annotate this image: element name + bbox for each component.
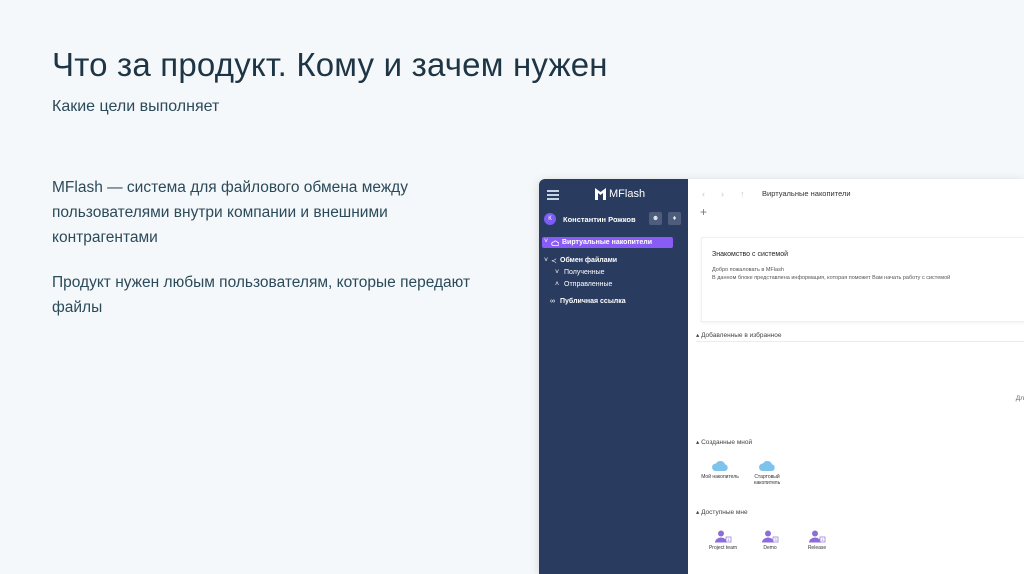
section-label: Доступные мне	[701, 509, 748, 516]
chevron-down-icon: ˅	[544, 238, 549, 245]
sidebar-item-label: Виртуальные накопители	[562, 239, 653, 246]
drive-label: Мой накопитель	[701, 474, 739, 480]
avatar[interactable]: К	[544, 213, 556, 225]
notifications-button[interactable]: ♦	[668, 212, 681, 225]
app-sidebar: MFlash К Константин Рожков ☻ ♦ ˅ Виртуал…	[539, 179, 688, 574]
back-arrow-icon[interactable]: ‹	[702, 189, 705, 199]
sidebar-item-received[interactable]: Полученные	[564, 269, 605, 276]
slide-title: Что за продукт. Кому и зачем нужен	[52, 46, 608, 83]
section-created[interactable]: ▴ Созданные мной	[696, 438, 752, 446]
welcome-title: Знакомство с системой	[712, 251, 789, 258]
app-screenshot: MFlash К Константин Рожков ☻ ♦ ˅ Виртуал…	[539, 179, 1024, 574]
app-main-panel: ‹ › ↑ Виртуальные накопители + Знакомств…	[688, 179, 1024, 574]
add-icon[interactable]: +	[700, 205, 707, 219]
contacts-button[interactable]: ☻	[649, 212, 662, 225]
welcome-text: Добро пожаловать в MFlash В данном блоке…	[712, 266, 972, 282]
drive-tile[interactable]: Мой накопитель	[700, 460, 740, 480]
section-favorites[interactable]: ▴ Добавленные в избранное	[696, 331, 782, 339]
person-icon: 3	[762, 530, 779, 543]
forward-arrow-icon[interactable]: ›	[721, 189, 724, 199]
group-tile[interactable]: 3 Demo	[750, 530, 790, 551]
drive-tile[interactable]: Стартовый накопитель	[747, 460, 787, 486]
target-users-text: Продукт нужен любым пользователям, котор…	[52, 274, 471, 316]
slide-subtitle: Какие цели выполняет	[52, 98, 220, 115]
section-label: Добавленные в избранное	[701, 332, 782, 339]
sidebar-item-file-exchange[interactable]: Обмен файлами	[560, 257, 617, 264]
chevron-down-icon: ˅	[544, 257, 549, 264]
group-label: Release	[807, 545, 827, 551]
arrow-up-icon: ˄	[555, 281, 560, 288]
sidebar-item-public-link[interactable]: Публичная ссылка	[560, 298, 626, 305]
app-logo-text: MFlash	[609, 188, 646, 200]
welcome-line: Добро пожаловать в MFlash	[712, 267, 784, 273]
mflash-logo-icon	[595, 188, 606, 200]
divider	[696, 341, 1024, 342]
group-label: Demo	[763, 545, 777, 551]
cut-off-text: Дл	[1015, 395, 1024, 402]
cloud-icon	[759, 460, 775, 471]
group-label: Project team	[708, 545, 738, 551]
section-available[interactable]: ▴ Доступные мне	[696, 508, 748, 516]
person-icon: 1	[715, 530, 732, 543]
hamburger-menu-icon[interactable]	[547, 190, 559, 200]
person-icon: 1	[809, 530, 826, 543]
up-arrow-icon[interactable]: ↑	[740, 189, 745, 199]
share-icon: ≺	[551, 258, 557, 265]
user-name: Константин Рожков	[563, 215, 636, 224]
breadcrumb: Виртуальные накопители	[762, 189, 851, 198]
link-icon: ∞	[550, 298, 555, 305]
cloud-outline-icon	[551, 240, 559, 246]
welcome-card: Знакомство с системой Добро пожаловать в…	[701, 237, 1024, 322]
arrow-down-icon: ˅	[555, 269, 560, 276]
group-tile[interactable]: 1 Project team	[703, 530, 743, 551]
group-tile[interactable]: 1 Release	[797, 530, 837, 551]
drive-label: Стартовый накопитель	[753, 474, 781, 486]
cloud-icon	[712, 460, 728, 471]
welcome-line: В данном блоке представлена информация, …	[712, 275, 951, 281]
product-description: MFlash — система для файлового обмена ме…	[52, 179, 408, 246]
section-label: Созданные мной	[701, 439, 753, 446]
sidebar-item-sent[interactable]: Отправленные	[564, 281, 612, 288]
